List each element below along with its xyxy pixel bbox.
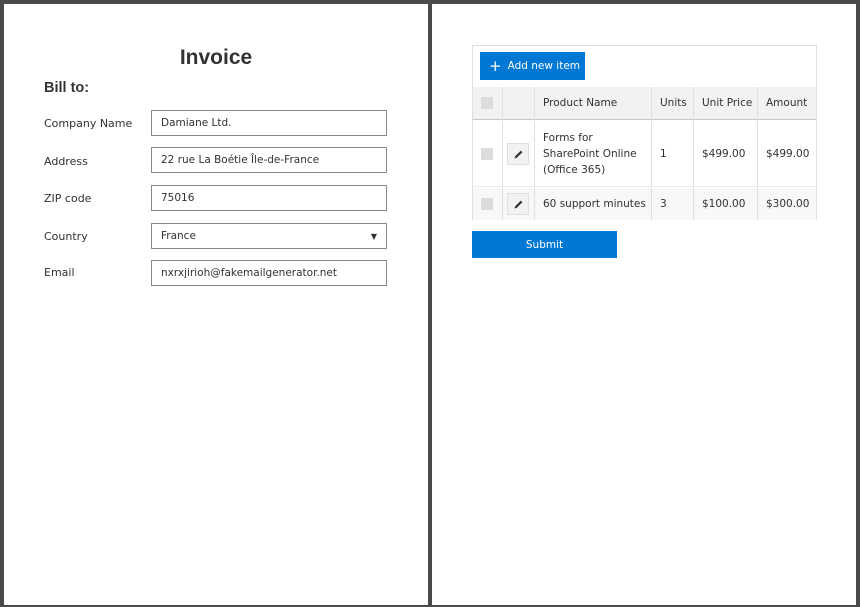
company-name-input[interactable]: Damiane Ltd. [151,110,387,136]
chevron-down-icon[interactable]: ▼ [371,232,377,241]
edit-row-button[interactable] [507,143,529,165]
page-title: Invoice [179,46,253,69]
add-new-item-button[interactable]: + Add new item [480,52,585,80]
country-value: France [161,230,196,242]
column-divider [651,121,652,187]
add-new-item-label: Add new item [507,60,581,72]
column-divider [757,87,758,120]
company-name-value: Damiane Ltd. [161,117,232,129]
unit-price-cell: $499.00 [702,148,746,160]
pencil-icon [514,200,522,208]
amount-cell: $499.00 [766,148,810,160]
address-label: Address [44,155,88,168]
zip-code-input[interactable]: 75016 [151,185,387,211]
column-divider [693,188,694,220]
bill-to-heading: Bill to: [44,80,90,96]
country-select[interactable]: France ▼ [151,223,387,249]
column-divider [534,121,535,187]
address-input[interactable]: 22 rue La Boétie Île-de-France [151,147,387,173]
column-divider [757,188,758,220]
select-all-checkbox[interactable] [481,97,493,109]
email-input[interactable]: nxrxjirioh@fakemailgenerator.net [151,260,387,286]
items-page: + Add new item Product Name Units Unit P… [432,4,856,605]
column-divider [502,188,503,220]
product-name-line: SharePoint Online [543,148,637,160]
column-divider [534,188,535,220]
edit-row-button[interactable] [507,193,529,215]
row-checkbox[interactable] [481,198,493,210]
pencil-icon [514,150,522,158]
zip-code-label: ZIP code [44,192,92,205]
units-cell: 1 [660,148,667,160]
column-header-amount[interactable]: Amount [766,95,807,111]
amount-cell: $300.00 [766,198,810,210]
column-header-unit-price[interactable]: Unit Price [702,95,752,111]
column-divider [651,188,652,220]
invoice-form-page: Invoice Bill to: Company Name Damiane Lt… [4,4,428,605]
column-divider [534,87,535,120]
plus-icon: + [489,56,502,75]
submit-button[interactable]: Submit [472,231,617,258]
table-row[interactable]: Forms for SharePoint Online (Office 365)… [473,121,816,187]
column-header-units[interactable]: Units [660,95,687,111]
address-value: 22 rue La Boétie Île-de-France [161,154,320,166]
units-cell: 3 [660,198,667,210]
column-divider [502,121,503,187]
column-divider [502,87,503,120]
company-name-label: Company Name [44,117,133,130]
unit-price-cell: $100.00 [702,198,746,210]
product-name-line: 60 support minutes [543,198,646,210]
table-row[interactable]: 60 support minutes 3 $100.00 $300.00 [473,188,816,220]
grid-header: Product Name Units Unit Price Amount [473,87,816,120]
product-name-line: Forms for [543,132,593,144]
column-divider [757,121,758,187]
email-label: Email [44,266,75,279]
email-value: nxrxjirioh@fakemailgenerator.net [161,267,338,279]
product-name-line: (Office 365) [543,164,606,176]
column-divider [651,87,652,120]
zip-code-value: 75016 [161,192,195,204]
row-checkbox[interactable] [481,148,493,160]
country-label: Country [44,230,88,243]
column-header-product[interactable]: Product Name [543,95,617,111]
column-divider [693,121,694,187]
column-divider [693,87,694,120]
